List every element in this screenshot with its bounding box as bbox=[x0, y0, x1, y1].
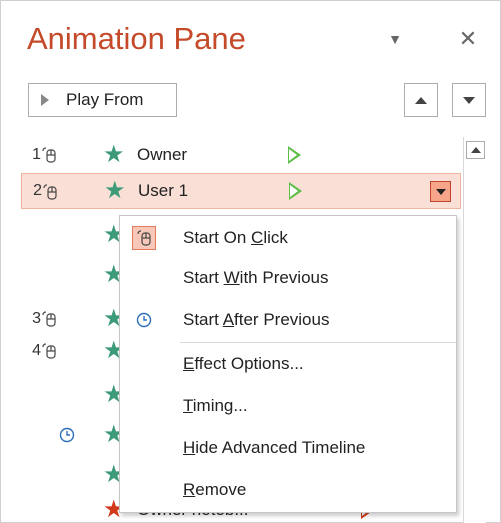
mouse-click-icon bbox=[42, 343, 56, 359]
menu-item-start-after-previous[interactable]: Start After Previous bbox=[120, 302, 456, 338]
mouse-click-icon bbox=[43, 184, 57, 200]
emphasis-star-icon: ★ bbox=[103, 141, 125, 168]
animation-pane: Animation Pane ▼ ✕ Play From 1 ★ Owner 2 bbox=[0, 0, 501, 523]
menu-separator bbox=[180, 342, 456, 343]
arrow-up-icon bbox=[415, 96, 427, 104]
timeline-play-icon bbox=[289, 182, 302, 200]
menu-item-label: Remove bbox=[183, 480, 247, 499]
row-number: 1 bbox=[32, 146, 41, 163]
arrow-up-icon bbox=[470, 147, 481, 153]
play-from-button[interactable]: Play From bbox=[28, 83, 177, 117]
menu-item-label: Start After Previous bbox=[183, 310, 330, 329]
menu-item-start-with-previous[interactable]: Start With Previous bbox=[120, 260, 456, 296]
animation-row[interactable]: 2 ★ User 1 bbox=[21, 173, 461, 209]
menu-item-label: Timing... bbox=[183, 396, 248, 415]
clock-icon bbox=[59, 427, 75, 443]
move-earlier-button[interactable] bbox=[404, 83, 438, 117]
row-number: 2 bbox=[33, 182, 42, 199]
close-icon[interactable]: ✕ bbox=[456, 27, 480, 51]
scroll-up-button[interactable] bbox=[466, 141, 485, 159]
menu-item-label: Start With Previous bbox=[183, 268, 329, 287]
mouse-click-icon bbox=[132, 226, 156, 250]
vertical-scrollbar[interactable] bbox=[463, 137, 486, 523]
row-number: 3 bbox=[32, 310, 41, 327]
animation-row[interactable]: 1 ★ Owner bbox=[21, 137, 461, 173]
play-from-label: Play From bbox=[66, 90, 144, 109]
mouse-click-icon bbox=[42, 311, 56, 327]
row-dropdown-button[interactable] bbox=[430, 181, 451, 202]
clock-icon bbox=[132, 308, 156, 332]
row-name: Owner bbox=[137, 145, 188, 164]
context-menu: Start On Click Start With Previous Start… bbox=[119, 215, 457, 513]
play-icon bbox=[41, 94, 49, 106]
menu-item-effect-options[interactable]: Effect Options... bbox=[120, 346, 456, 382]
menu-item-label: Start On Click bbox=[183, 228, 288, 247]
row-number: 4 bbox=[32, 342, 41, 359]
pane-title: Animation Pane bbox=[27, 21, 246, 56]
menu-item-remove[interactable]: Remove bbox=[120, 472, 456, 508]
menu-item-label: Hide Advanced Timeline bbox=[183, 438, 366, 457]
chevron-down-icon bbox=[435, 188, 446, 195]
menu-item-start-on-click[interactable]: Start On Click bbox=[120, 220, 456, 256]
row-name: User 1 bbox=[138, 181, 189, 200]
pane-options-dropdown-icon[interactable]: ▼ bbox=[383, 27, 407, 51]
menu-item-hide-advanced-timeline[interactable]: Hide Advanced Timeline bbox=[120, 430, 456, 466]
timeline-play-icon bbox=[288, 146, 301, 164]
mouse-click-icon bbox=[42, 147, 56, 163]
menu-item-timing[interactable]: Timing... bbox=[120, 388, 456, 424]
arrow-down-icon bbox=[463, 96, 475, 104]
emphasis-star-icon: ★ bbox=[104, 177, 126, 204]
move-later-button[interactable] bbox=[452, 83, 486, 117]
menu-item-label: Effect Options... bbox=[183, 354, 304, 373]
